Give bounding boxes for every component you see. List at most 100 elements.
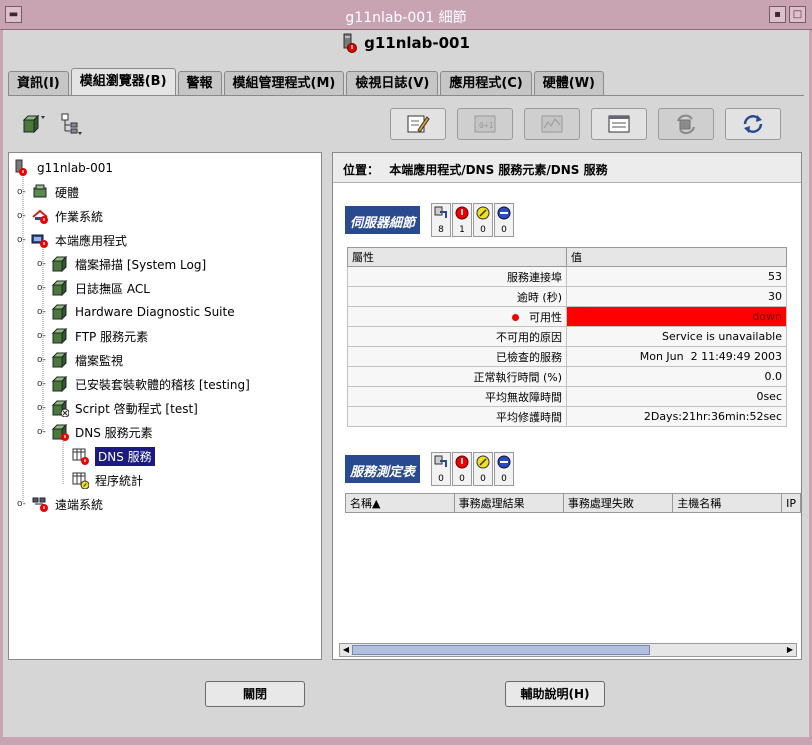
table-row[interactable]: 服務連接埠 53	[347, 266, 787, 287]
host-name: g11nlab-001	[364, 34, 470, 52]
column-header-hostname[interactable]: 主機名稱	[672, 493, 783, 513]
disabled-icon	[497, 455, 511, 469]
horizontal-scrollbar[interactable]: ◀ ▶	[339, 643, 797, 657]
count-critical[interactable]: 1	[452, 203, 472, 237]
close-button[interactable]: 關閉	[205, 681, 305, 707]
tree-root[interactable]: g11nlab-001	[13, 158, 113, 178]
tree-item-log-acl[interactable]: o- 日誌撫區 ACL	[37, 278, 150, 298]
tree-label: 本端應用程式	[55, 233, 128, 248]
graph-icon	[541, 115, 563, 133]
refresh-disabled-button[interactable]	[658, 108, 714, 140]
column-header-failure[interactable]: 事務處理失敗	[562, 493, 674, 513]
tab-applications[interactable]: 應用程式(C)	[440, 71, 532, 96]
tree-item-file-scan[interactable]: o- 檔案掃描 [System Log]	[37, 254, 206, 274]
window-title: g11nlab-001 細節	[345, 10, 467, 26]
column-header-ip[interactable]: IP	[781, 493, 801, 513]
probe-button[interactable]: 0+1	[457, 108, 513, 140]
module-icon	[51, 255, 69, 273]
tree-item-process-stats[interactable]: 程序統計	[71, 470, 143, 490]
count-disabled[interactable]: 0	[494, 203, 514, 237]
module-icon	[51, 375, 69, 393]
maximize-button[interactable]: □	[789, 6, 806, 23]
service-alarm-counts: 0 0 0 0	[431, 452, 514, 486]
scroll-thumb[interactable]	[352, 645, 650, 655]
table-row[interactable]: 可用性 down	[347, 306, 787, 327]
graph-button[interactable]	[524, 108, 580, 140]
column-header-name[interactable]: 名稱▲	[345, 493, 455, 513]
tree-label: g11nlab-001	[37, 161, 114, 175]
count-total[interactable]: 0	[431, 452, 451, 486]
tab-alarms[interactable]: 警報	[177, 71, 222, 96]
edit-button[interactable]	[390, 108, 446, 140]
expand-toggle-icon[interactable]: o-	[37, 283, 51, 293]
expand-toggle-icon[interactable]: o-	[37, 355, 51, 365]
expand-toggle-icon[interactable]: o-	[17, 211, 31, 221]
scroll-left-icon[interactable]: ◀	[340, 644, 352, 656]
value-cell: 53	[566, 266, 787, 287]
expand-toggle-icon[interactable]: o-	[37, 331, 51, 341]
tree-item-ftp[interactable]: o- FTP 服務元素	[37, 326, 148, 346]
expand-toggle-icon[interactable]: o-	[37, 259, 51, 269]
count-disabled[interactable]: 0	[494, 452, 514, 486]
column-header-value[interactable]: 值	[566, 247, 787, 267]
tree-item-dns-service[interactable]: DNS 服務	[71, 446, 155, 466]
attribute-label: 可用性	[529, 310, 562, 324]
collapse-toggle-icon[interactable]: o-	[37, 427, 51, 437]
service-table-title: 服務測定表	[345, 455, 421, 483]
tree-item-hw-diag[interactable]: o- Hardware Diagnostic Suite	[37, 302, 235, 322]
tree-item-hardware[interactable]: o- 硬體	[17, 182, 79, 202]
warning-icon	[476, 455, 490, 469]
tab-module-manager[interactable]: 模組管理程式(M)	[223, 71, 345, 96]
value-cell: 30	[566, 286, 787, 307]
count-warning[interactable]: 0	[473, 203, 493, 237]
location-bar: 位置： 本端應用程式/DNS 服務元素/DNS 服務	[333, 153, 801, 183]
module-alarm-icon	[51, 423, 69, 441]
column-header-attribute[interactable]: 屬性	[347, 247, 567, 267]
details-panel: 位置： 本端應用程式/DNS 服務元素/DNS 服務 伺服器細節 8 1 0 0…	[332, 152, 802, 660]
tab-view-log[interactable]: 檢視日誌(V)	[346, 71, 439, 96]
table-warning-icon	[71, 471, 90, 490]
count-critical[interactable]: 0	[452, 452, 472, 486]
table-row[interactable]: 平均無故障時間 0sec	[347, 386, 787, 407]
attribute-cell: 已檢查的服務	[347, 346, 567, 367]
tree-item-local-apps[interactable]: o- 本端應用程式	[17, 230, 127, 250]
expand-toggle-icon[interactable]: o-	[17, 499, 31, 509]
tab-module-browser[interactable]: 模組瀏覽器(B)	[70, 68, 176, 96]
count-total[interactable]: 8	[431, 203, 451, 237]
tree-label: 檔案掃描 [System Log]	[75, 257, 207, 272]
refresh-icon	[743, 115, 763, 133]
tree-item-pkg-audit[interactable]: o- 已安裝套裝軟體的稽核 [testing]	[37, 374, 250, 394]
module-view-button[interactable]	[20, 112, 48, 138]
hardware-icon	[31, 183, 49, 201]
scroll-right-icon[interactable]: ▶	[784, 644, 796, 656]
tree-item-os[interactable]: o- 作業系統	[17, 206, 103, 226]
help-button[interactable]: 輔助說明(H)	[505, 681, 605, 707]
expand-toggle-icon[interactable]: o-	[37, 379, 51, 389]
table-view-button[interactable]	[591, 108, 647, 140]
tree-item-script-launcher[interactable]: o- Script 啓動程式 [test]	[37, 398, 198, 418]
expand-toggle-icon[interactable]: o-	[37, 403, 51, 413]
server-alarm-counts: 8 1 0 0	[431, 203, 514, 237]
collapse-toggle-icon[interactable]: o-	[17, 235, 31, 245]
refresh-button[interactable]	[725, 108, 781, 140]
tree-item-file-watch[interactable]: o- 檔案監視	[37, 350, 123, 370]
table-row[interactable]: 平均修護時間 2Days:21hr:36min:52sec	[347, 406, 787, 427]
tree-item-dns-element[interactable]: o- DNS 服務元素	[37, 422, 153, 442]
count-warning[interactable]: 0	[473, 452, 493, 486]
value-cell: Mon Jun 2 11:49:49 2003	[566, 346, 787, 367]
tree-label: 檔案監視	[75, 353, 124, 368]
table-row[interactable]: 逾時 (秒) 30	[347, 286, 787, 307]
tab-hardware[interactable]: 硬體(W)	[533, 71, 604, 96]
column-header-result[interactable]: 事務處理結果	[453, 493, 564, 513]
table-row[interactable]: 已檢查的服務 Mon Jun 2 11:49:49 2003	[347, 346, 787, 367]
minimize-button[interactable]: ▪	[769, 6, 786, 23]
tab-info[interactable]: 資訊(I)	[8, 71, 69, 96]
tree-options-button[interactable]	[58, 112, 86, 138]
table-row[interactable]: 正常執行時間 (%) 0.0	[347, 366, 787, 387]
tree-item-remote-systems[interactable]: o- 遠端系統	[17, 494, 103, 514]
count-warning-value: 0	[480, 474, 486, 484]
expand-toggle-icon[interactable]: o-	[17, 187, 31, 197]
expand-toggle-icon[interactable]: o-	[37, 307, 51, 317]
table-row[interactable]: 不可用的原因 Service is unavailable	[347, 326, 787, 347]
module-tree[interactable]: g11nlab-001 o- 硬體 o- 作業系統 o- 本端應用程式 o- 檔…	[8, 152, 322, 660]
